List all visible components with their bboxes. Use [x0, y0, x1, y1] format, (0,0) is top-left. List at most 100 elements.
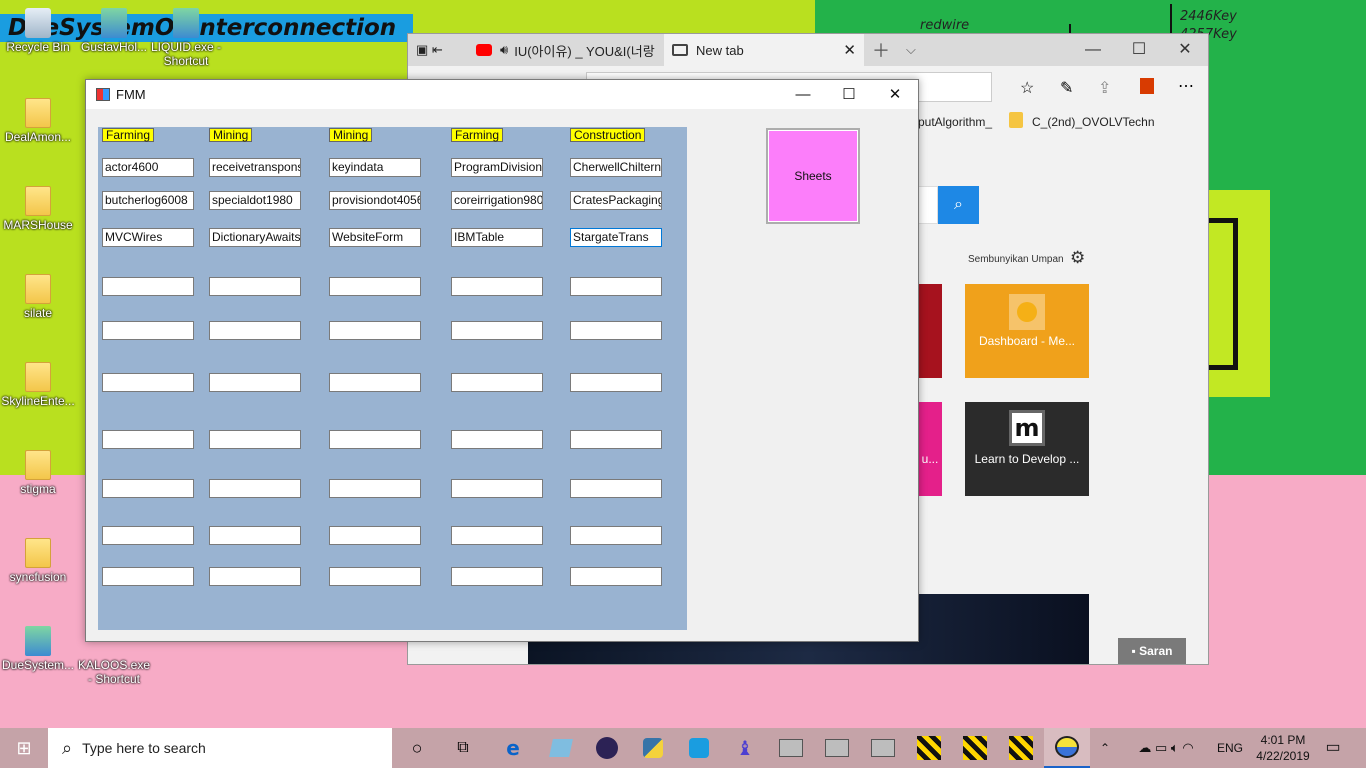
empty-field-textbox[interactable]	[451, 479, 543, 498]
taskbar-app-stripes-3[interactable]	[998, 728, 1044, 768]
desktop-icon-silate[interactable]: silate	[0, 274, 76, 320]
taskbar-app-eclipse[interactable]	[584, 728, 630, 768]
taskbar-app-stripes-2[interactable]	[952, 728, 998, 768]
favorite-item[interactable]: putAlgorithm_	[918, 115, 992, 129]
empty-field-textbox[interactable]	[570, 430, 662, 449]
desktop-icon-dealamon[interactable]: DealAmon...	[0, 98, 76, 144]
empty-field-textbox[interactable]	[451, 526, 543, 545]
empty-field-textbox[interactable]	[209, 373, 301, 392]
empty-field-textbox[interactable]	[102, 567, 194, 586]
tab-actions[interactable]: ▣ ⇤	[408, 34, 468, 66]
empty-field-textbox[interactable]	[102, 373, 194, 392]
field-textbox[interactable]: IBMTable	[451, 228, 543, 247]
action-center-button[interactable]: ▭	[1320, 728, 1346, 768]
desktop-icon-marshouse[interactable]: MARSHouse	[0, 186, 76, 232]
empty-field-textbox[interactable]	[570, 321, 662, 340]
taskbar-app-fmm-active[interactable]	[1044, 728, 1090, 768]
empty-field-textbox[interactable]	[102, 430, 194, 449]
empty-field-textbox[interactable]	[209, 526, 301, 545]
desktop-icon-duesystem[interactable]: DueSystem...	[0, 626, 76, 672]
empty-field-textbox[interactable]	[451, 373, 543, 392]
tile-dashboard[interactable]: Dashboard - Me...	[965, 284, 1089, 378]
empty-field-textbox[interactable]	[451, 277, 543, 296]
empty-field-textbox[interactable]	[570, 526, 662, 545]
desktop-icon-recycle-bin[interactable]: Recycle Bin	[0, 8, 76, 54]
desktop-icon-skylineente[interactable]: SkylineEnte...	[0, 362, 76, 408]
feed-toggle-link[interactable]: Sembunyikan Umpan	[968, 254, 1064, 265]
empty-field-textbox[interactable]	[451, 430, 543, 449]
field-textbox[interactable]: ProgramDivision	[451, 158, 543, 177]
empty-field-textbox[interactable]	[209, 321, 301, 340]
empty-field-textbox[interactable]	[329, 479, 421, 498]
empty-field-textbox[interactable]	[329, 430, 421, 449]
empty-field-textbox[interactable]	[329, 526, 421, 545]
tile-learn-to-develop[interactable]: m Learn to Develop ...	[965, 402, 1089, 496]
search-icon[interactable]: ⌕	[938, 186, 979, 224]
clock[interactable]: 4:01 PM 4/22/2019	[1250, 728, 1316, 768]
close-button[interactable]: ✕	[872, 80, 918, 109]
close-tab-icon[interactable]: ✕	[843, 41, 856, 59]
field-textbox[interactable]: coreirrigation980	[451, 191, 543, 210]
empty-field-textbox[interactable]	[102, 479, 194, 498]
field-textbox[interactable]: MVCWires	[102, 228, 194, 247]
taskbar-app-window-2[interactable]	[814, 728, 860, 768]
empty-field-textbox[interactable]	[102, 526, 194, 545]
favorite-item[interactable]: C_(2nd)_OVOLVTechn	[1032, 115, 1155, 129]
task-view-button[interactable]: ⧉	[442, 728, 484, 768]
cortana-button[interactable]: ○	[396, 728, 438, 768]
empty-field-textbox[interactable]	[451, 567, 543, 586]
empty-field-textbox[interactable]	[209, 277, 301, 296]
browser-minimize-button[interactable]: —	[1070, 34, 1116, 66]
empty-field-textbox[interactable]	[329, 567, 421, 586]
field-textbox[interactable]: provisiondot4056	[329, 191, 421, 210]
empty-field-textbox[interactable]	[570, 567, 662, 586]
maximize-button[interactable]: ☐	[826, 80, 872, 109]
taskbar-app-generic[interactable]	[538, 728, 584, 768]
taskbar-app-window-3[interactable]	[860, 728, 906, 768]
taskbar-app-python[interactable]	[630, 728, 676, 768]
empty-field-textbox[interactable]	[570, 277, 662, 296]
show-hidden-icons[interactable]: ⌃	[1096, 728, 1114, 768]
office-icon[interactable]	[1140, 78, 1154, 94]
taskbar-app-stripes-1[interactable]	[906, 728, 952, 768]
empty-field-textbox[interactable]	[329, 277, 421, 296]
field-textbox[interactable]: butcherlog6008	[102, 191, 194, 210]
pen-icon[interactable]: ✎	[1060, 78, 1073, 98]
desktop-icon-stigma[interactable]: stigma	[0, 450, 76, 496]
taskbar-app-window-1[interactable]	[768, 728, 814, 768]
sheets-button[interactable]: Sheets	[766, 128, 860, 224]
empty-field-textbox[interactable]	[102, 321, 194, 340]
empty-field-textbox[interactable]	[329, 321, 421, 340]
empty-field-textbox[interactable]	[329, 373, 421, 392]
start-button[interactable]: ⊞	[0, 728, 48, 768]
empty-field-textbox[interactable]	[570, 373, 662, 392]
field-textbox[interactable]: StargateTrans	[570, 228, 662, 247]
tab-new-tab[interactable]: New tab ✕	[664, 34, 864, 66]
empty-field-textbox[interactable]	[209, 479, 301, 498]
minimize-button[interactable]: —	[780, 80, 826, 109]
desktop-icon-liquid-shortcut[interactable]: LIQUID.exe - Shortcut	[148, 8, 224, 68]
empty-field-textbox[interactable]	[209, 567, 301, 586]
taskbar-app-search-tool[interactable]	[676, 728, 722, 768]
desktop-icon-kaloos-shortcut[interactable]: KALOOS.exe - Shortcut	[76, 640, 152, 686]
taskbar-app-chess[interactable]: ♝	[722, 728, 768, 768]
field-textbox[interactable]: receivetransponse	[209, 158, 301, 177]
taskbar-search[interactable]: ⌕ Type here to search	[48, 728, 392, 768]
empty-field-textbox[interactable]	[451, 321, 543, 340]
gear-icon[interactable]: ⚙	[1070, 248, 1085, 268]
browser-maximize-button[interactable]: ☐	[1116, 34, 1162, 66]
system-tray-icons[interactable]: ☁ ▭ 🔈︎ ◠	[1118, 728, 1214, 768]
language-indicator[interactable]: ENG	[1216, 728, 1244, 768]
desktop-icon-gustavhol[interactable]: GustavHol...	[76, 8, 152, 54]
empty-field-textbox[interactable]	[102, 277, 194, 296]
field-textbox[interactable]: CratesPackaging	[570, 191, 662, 210]
tab-youtube[interactable]: 🔊︎ IU(아이유) _ YOU&I(너랑	[468, 34, 664, 66]
field-textbox[interactable]: actor4600	[102, 158, 194, 177]
field-textbox[interactable]: WebsiteForm	[329, 228, 421, 247]
share-icon[interactable]: ⇪	[1098, 78, 1111, 98]
desktop-icon-syncfusion[interactable]: syncfusion	[0, 538, 76, 584]
field-textbox[interactable]: DictionaryAwaits	[209, 228, 301, 247]
favorites-star-icon[interactable]: ☆	[1020, 78, 1034, 98]
empty-field-textbox[interactable]	[570, 479, 662, 498]
field-textbox[interactable]: keyindata	[329, 158, 421, 177]
